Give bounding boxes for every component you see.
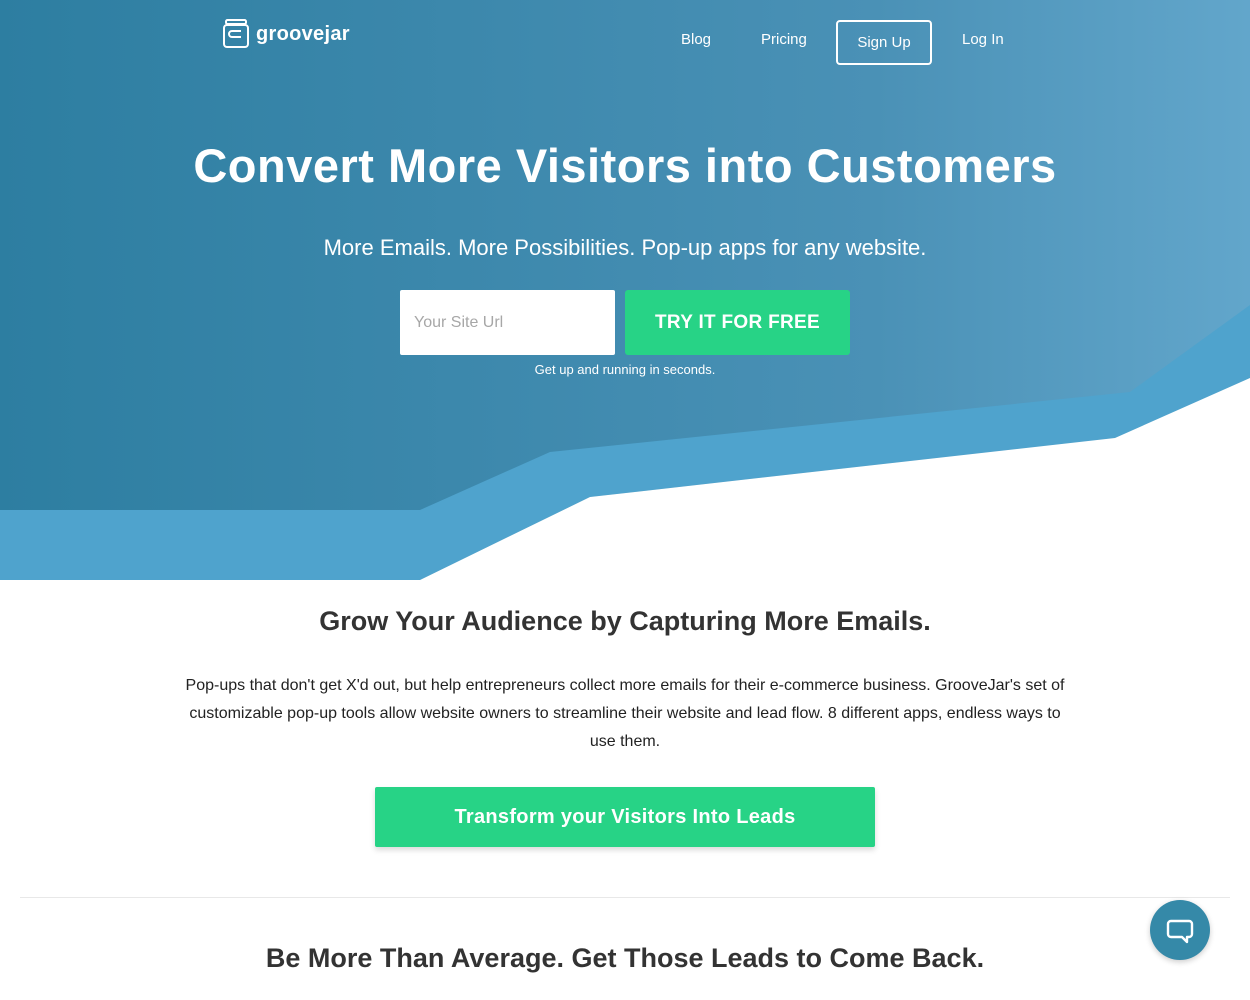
nav-blog-link[interactable]: Blog	[681, 31, 711, 48]
chat-bubble-icon	[1166, 919, 1194, 944]
try-free-button[interactable]: TRY IT FOR FREE	[625, 290, 850, 355]
nav-login-link[interactable]: Log In	[962, 31, 1004, 48]
logo[interactable]: groovejar	[222, 18, 350, 50]
signup-button[interactable]: Sign Up	[836, 20, 932, 65]
site-url-input[interactable]	[400, 290, 615, 355]
transform-leads-button[interactable]: Transform your Visitors Into Leads	[375, 787, 875, 847]
section-divider	[20, 897, 1230, 898]
hero-subtitle: More Emails. More Possibilities. Pop-up …	[323, 235, 927, 260]
section-average-title: Be More Than Average. Get Those Leads to…	[265, 943, 985, 973]
hero-note: Get up and running in seconds.	[534, 362, 716, 377]
hero-title: Convert More Visitors into Customers	[193, 139, 1057, 192]
section-audience-body: Pop-ups that don't get X'd out, but help…	[185, 677, 1065, 750]
jar-logo-icon	[223, 19, 249, 48]
hero-section: groovejar Blog Pricing Sign Up Log In Co…	[0, 0, 1250, 580]
logo-text: groovejar	[256, 22, 350, 45]
chat-launcher-button[interactable]	[1150, 900, 1210, 960]
section-audience-title: Grow Your Audience by Capturing More Ema…	[319, 606, 931, 636]
nav-pricing-link[interactable]: Pricing	[761, 31, 807, 48]
